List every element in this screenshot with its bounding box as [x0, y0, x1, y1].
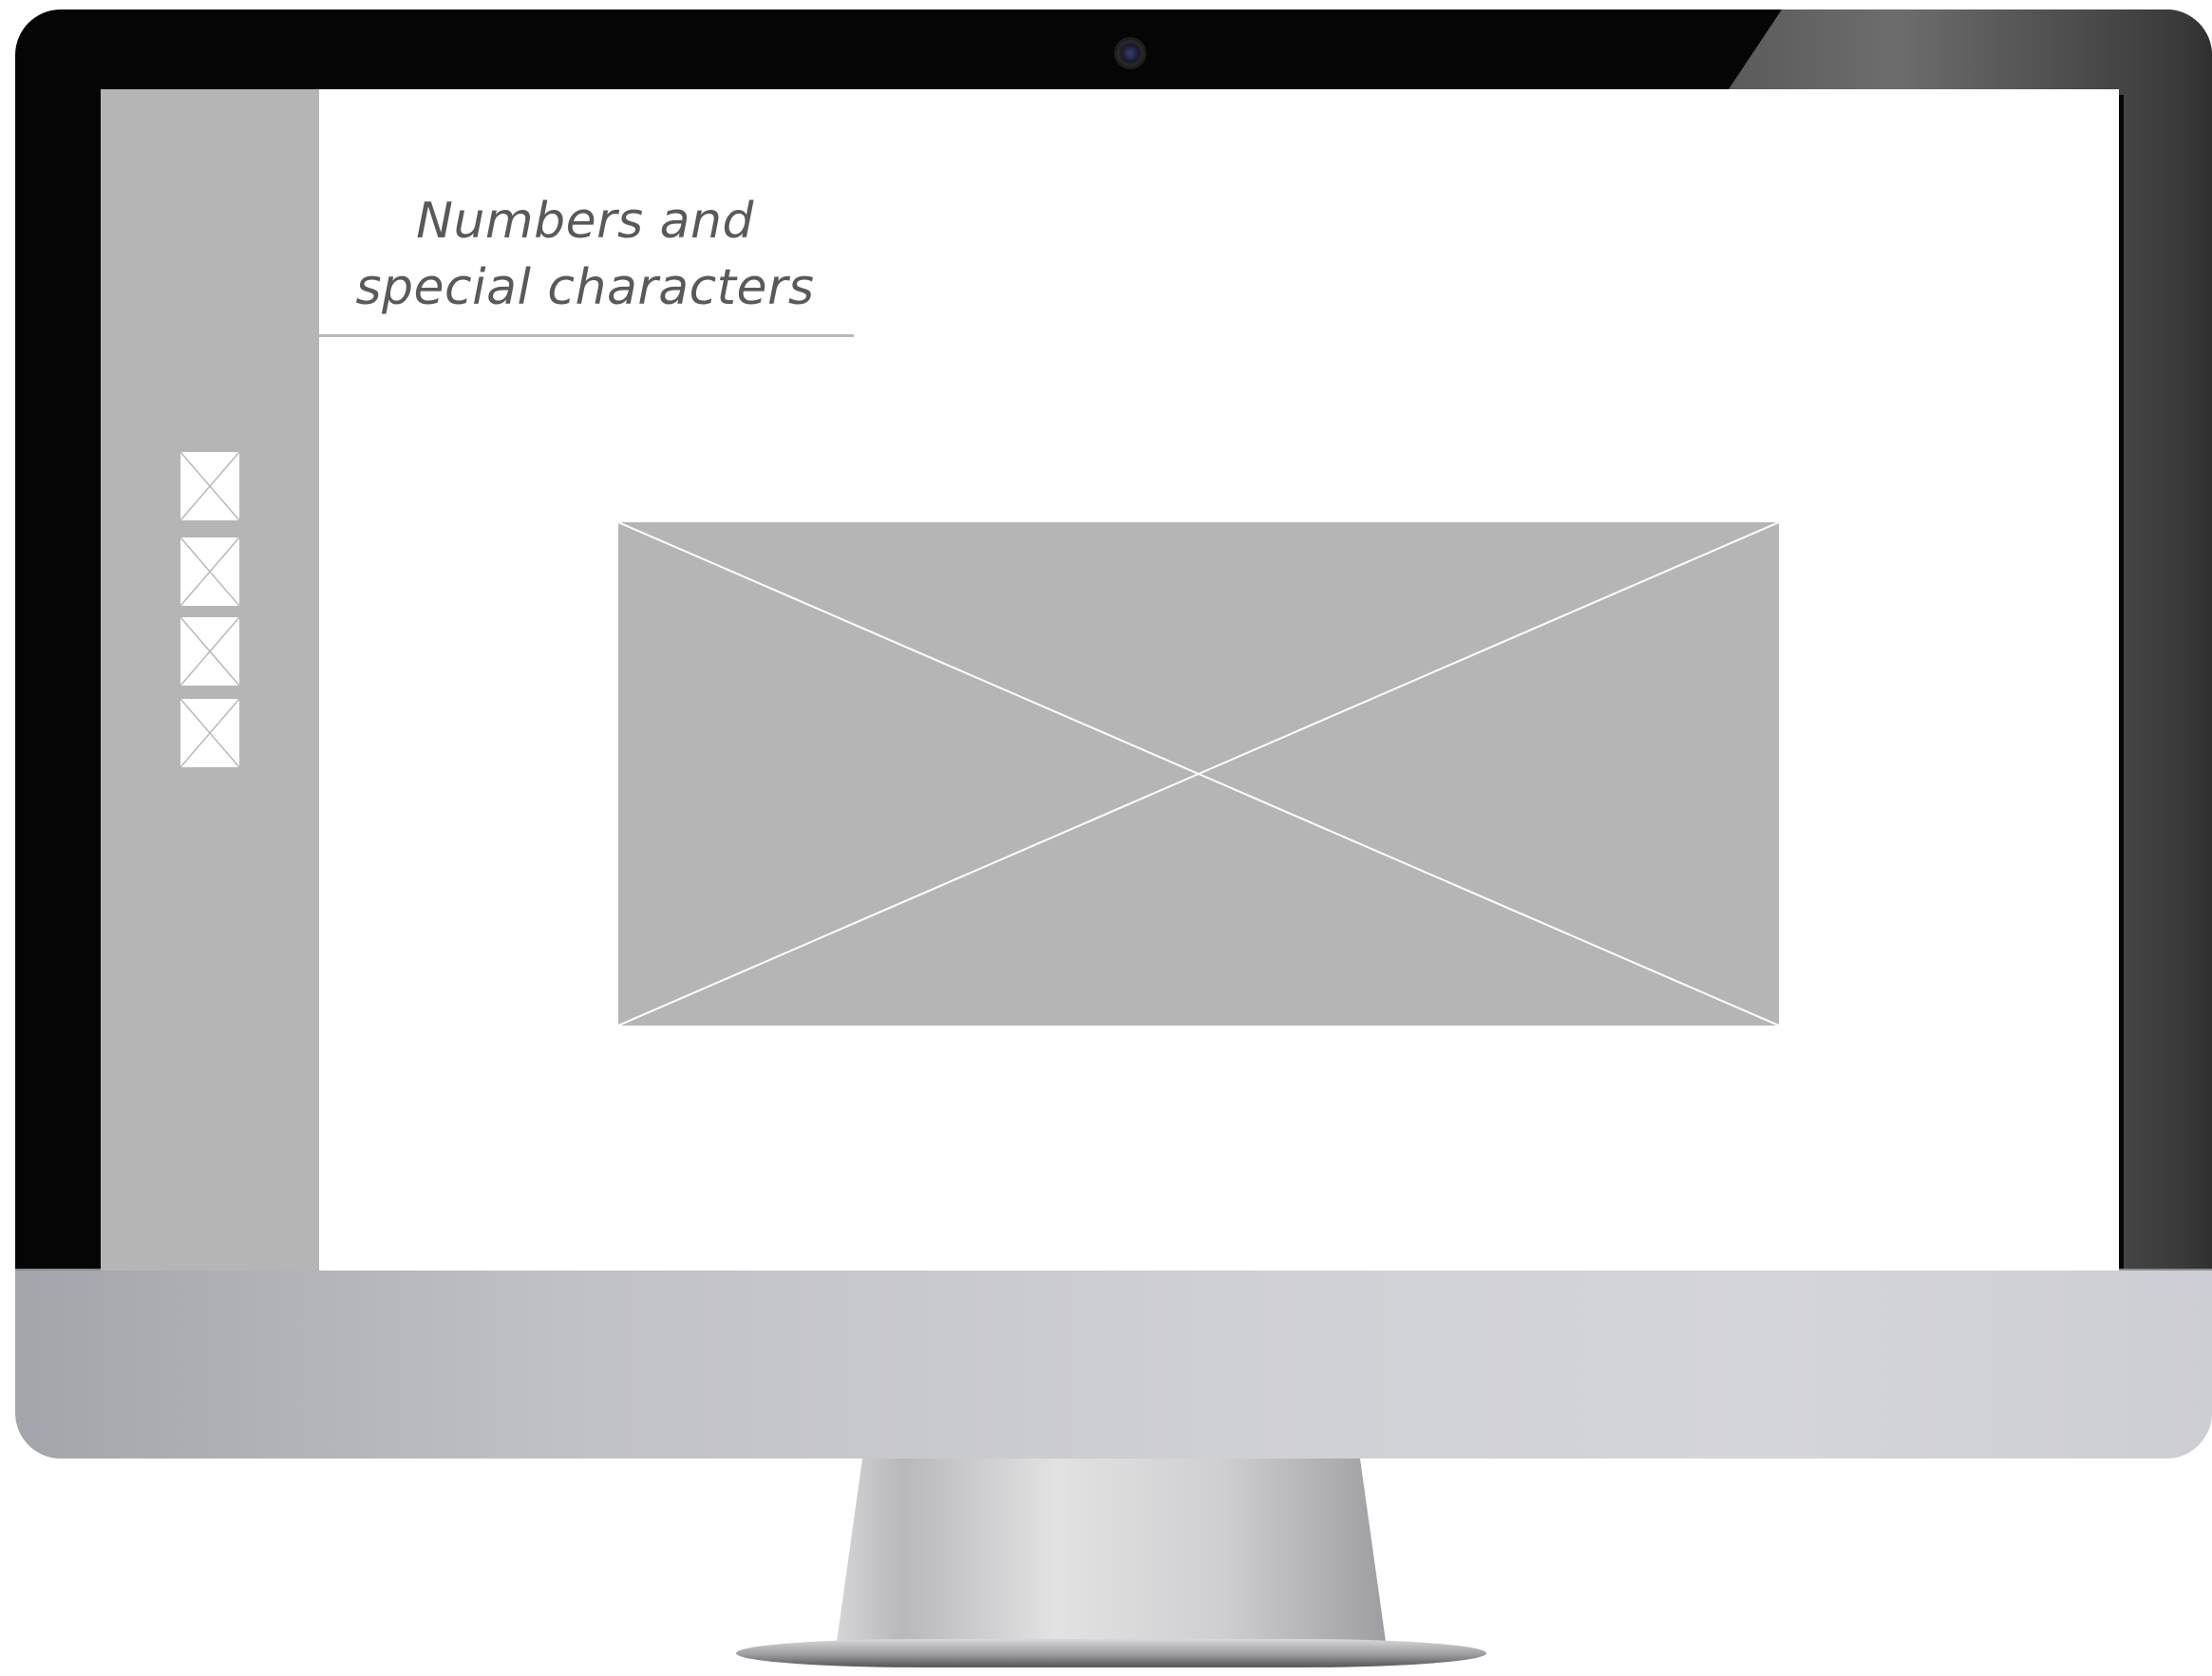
image-placeholder-icon: [180, 617, 239, 686]
monitor-stand-base: [736, 1639, 1486, 1667]
sidebar-item-1[interactable]: [179, 450, 241, 522]
screen: Numbers and special characters: [101, 89, 2119, 1271]
webcam-icon: [1117, 40, 1144, 66]
page-title-line-1: Numbers and: [416, 193, 754, 250]
page-title-line-2: special characters: [355, 259, 815, 316]
sidebar-item-3[interactable]: [179, 615, 241, 687]
image-placeholder-icon: [180, 699, 239, 767]
image-placeholder-icon: [180, 537, 239, 606]
sidebar-item-2[interactable]: [179, 536, 241, 608]
image-placeholder-icon: [180, 452, 239, 520]
image-placeholder-icon: [618, 522, 1779, 1026]
page-title: Numbers and special characters: [319, 188, 851, 321]
sidebar-item-4[interactable]: [179, 697, 241, 769]
monitor-chin: [15, 1271, 2212, 1459]
hero-image-placeholder: [618, 522, 1779, 1026]
title-divider: [319, 334, 854, 337]
sidebar: [101, 89, 319, 1271]
monitor-stand-neck: [836, 1459, 1387, 1648]
